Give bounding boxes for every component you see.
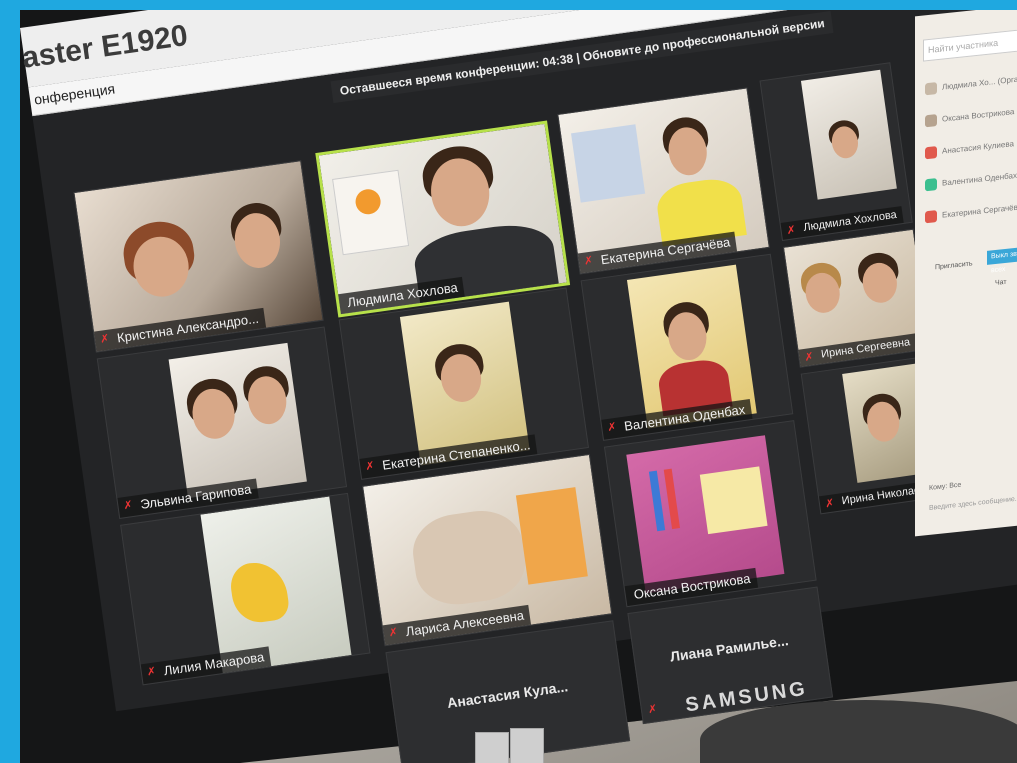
participant-list-item[interactable]: Людмила Хо... (Организатор) bbox=[925, 70, 1017, 96]
desk-background: aster E1920 онференция Оставшееся время … bbox=[20, 10, 1017, 763]
chat-recipient-select[interactable]: Кому: Все bbox=[929, 482, 961, 492]
participant-tile[interactable]: ✗ Ирина Сергеевна bbox=[782, 228, 931, 368]
conference-menu[interactable]: онференция bbox=[33, 80, 116, 107]
participant-list-name: Екатерина Сергачёва bbox=[942, 202, 1017, 220]
participant-tile[interactable]: ✗ Людмила Хохлова bbox=[759, 62, 913, 242]
participant-list-item[interactable]: Оксана Вострикова bbox=[925, 106, 1015, 128]
participant-tile[interactable]: ✗ Кристина Александро... bbox=[73, 160, 324, 353]
participant-name: Анастасия Кула... bbox=[446, 678, 569, 712]
mic-muted-icon: ✗ bbox=[364, 459, 376, 474]
participant-tile[interactable]: ✗ Эльвина Гарипова bbox=[96, 326, 348, 519]
mic-muted-icon: ✗ bbox=[583, 254, 594, 268]
participant-list-name: Оксана Вострикова bbox=[942, 107, 1015, 124]
chat-message-input[interactable]: Введите здесь сообщение... bbox=[929, 495, 1017, 512]
chat-header: Чат bbox=[995, 278, 1007, 288]
avatar bbox=[925, 146, 937, 160]
participant-tile[interactable]: ✗ Екатерина Степаненко... bbox=[338, 287, 589, 480]
participant-list-name: Валентина Оденбах bbox=[942, 170, 1017, 188]
mic-muted-icon: ✗ bbox=[785, 224, 797, 238]
participant-tile[interactable]: ✗ Лариса Алексеевна bbox=[362, 453, 613, 647]
avatar bbox=[925, 178, 937, 192]
participant-tile-active[interactable]: Людмила Хохлова bbox=[315, 120, 571, 318]
participant-tile[interactable]: ✗ Екатерина Сергачёва bbox=[557, 87, 770, 275]
avatar bbox=[925, 114, 937, 128]
avatar bbox=[925, 210, 937, 224]
participant-list-item[interactable]: Анастасия Кулиева bbox=[925, 138, 1014, 160]
taskbar-icon[interactable] bbox=[475, 732, 509, 763]
participant-list-name: Анастасия Кулиева bbox=[942, 139, 1014, 156]
mute-all-button[interactable]: Выкл звук для всех bbox=[987, 245, 1017, 274]
invite-button[interactable]: Пригласить bbox=[935, 260, 972, 271]
mic-muted-icon: ✗ bbox=[388, 626, 399, 640]
participant-list-item[interactable]: Валентина Оденбах bbox=[925, 170, 1017, 192]
mic-muted-icon: ✗ bbox=[647, 703, 659, 717]
taskbar-icon[interactable] bbox=[510, 728, 544, 763]
mic-muted-icon: ✗ bbox=[99, 332, 111, 346]
participant-name: Лиана Рамилье... bbox=[669, 632, 790, 665]
participant-list-name: Людмила Хо... (Организатор) bbox=[942, 71, 1017, 92]
participant-tile[interactable]: ✗ Лилия Макарова bbox=[120, 492, 371, 686]
avatar bbox=[925, 82, 937, 96]
participant-list-item[interactable]: Екатерина Сергачёва bbox=[925, 201, 1017, 224]
mic-muted-icon: ✗ bbox=[606, 420, 618, 435]
monitor-stand bbox=[700, 700, 1017, 763]
participant-tile[interactable]: Оксана Вострикова bbox=[603, 420, 817, 608]
participant-tile[interactable]: ✗ Валентина Оденбах bbox=[580, 253, 794, 441]
mic-muted-icon: ✗ bbox=[122, 499, 134, 513]
participants-panel: Найти участника Людмила Хо... (Организат… bbox=[915, 10, 1017, 537]
mic-muted-icon: ✗ bbox=[824, 497, 836, 511]
mic-muted-icon: ✗ bbox=[146, 665, 157, 679]
search-participant-input[interactable]: Найти участника bbox=[923, 27, 1017, 62]
mic-muted-icon: ✗ bbox=[803, 350, 815, 364]
